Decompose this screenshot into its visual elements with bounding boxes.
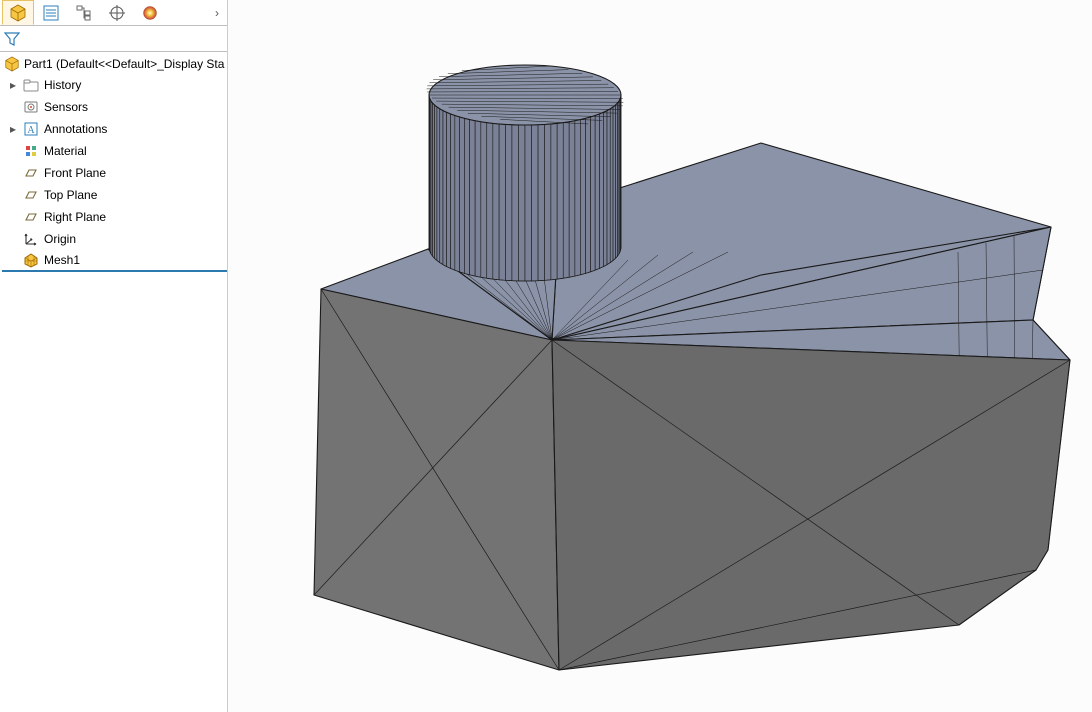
mesh-icon <box>22 252 40 268</box>
tab-dimxpert[interactable] <box>101 0 133 25</box>
plane-icon <box>22 187 40 203</box>
tree-item[interactable]: Sensors <box>2 96 227 118</box>
tree-item-label: Sensors <box>44 100 88 114</box>
model-rendering: .face { stroke:#1a1a1a; stroke-width:1.1… <box>228 0 1092 712</box>
tab-overflow-chevron[interactable]: › <box>207 0 227 25</box>
feature-tree-sidebar: › Part1 (Default<<Default>_Display Sta ▸… <box>0 0 228 712</box>
sphere-icon <box>141 4 159 22</box>
folder-icon <box>22 77 40 93</box>
expand-chevron-icon[interactable]: ▸ <box>8 78 18 92</box>
sidebar-tab-bar: › <box>0 0 227 26</box>
origin-icon <box>22 231 40 247</box>
tab-property-manager[interactable] <box>35 0 67 25</box>
tree-filter-row <box>0 26 227 52</box>
tree-item-label: Annotations <box>44 122 107 136</box>
cube-icon <box>9 4 27 22</box>
tree-icon <box>75 4 93 22</box>
plane-icon <box>22 165 40 181</box>
tree-item[interactable]: ▸ History <box>2 74 227 96</box>
cube-icon <box>4 56 20 72</box>
tab-configuration-manager[interactable] <box>68 0 100 25</box>
tree-item[interactable]: Right Plane <box>2 206 227 228</box>
tree-item-label: Material <box>44 144 87 158</box>
tree-root-item[interactable]: Part1 (Default<<Default>_Display Sta <box>2 54 227 74</box>
tree-item[interactable]: Material <box>2 140 227 162</box>
tab-appearance[interactable] <box>134 0 166 25</box>
target-icon <box>108 4 126 22</box>
tree-item-label: Origin <box>44 232 76 246</box>
sensor-icon <box>22 99 40 115</box>
tree-root-label: Part1 (Default<<Default>_Display Sta <box>24 57 224 71</box>
chevron-right-icon: › <box>215 6 219 20</box>
annotation-icon: A <box>22 121 40 137</box>
plane-icon <box>22 209 40 225</box>
tree-item-label: Right Plane <box>44 210 106 224</box>
svg-text:A: A <box>27 125 35 136</box>
tree-item[interactable]: Origin <box>2 228 227 250</box>
tree-item[interactable]: ▸ A Annotations <box>2 118 227 140</box>
list-icon <box>42 4 60 22</box>
tree-item-label: History <box>44 78 81 92</box>
feature-tree[interactable]: Part1 (Default<<Default>_Display Sta ▸ Hi… <box>0 52 227 272</box>
tab-feature-tree[interactable] <box>2 0 34 25</box>
tree-item-label: Mesh1 <box>44 253 80 267</box>
tree-item-label: Front Plane <box>44 166 106 180</box>
tree-item-label: Top Plane <box>44 188 97 202</box>
model-viewport[interactable]: .face { stroke:#1a1a1a; stroke-width:1.1… <box>228 0 1092 712</box>
material-icon <box>22 143 40 159</box>
expand-chevron-icon[interactable]: ▸ <box>8 122 18 136</box>
tree-item[interactable]: Top Plane <box>2 184 227 206</box>
tree-item[interactable]: Front Plane <box>2 162 227 184</box>
funnel-icon[interactable] <box>4 31 20 47</box>
tree-item[interactable]: Mesh1 <box>2 250 227 272</box>
